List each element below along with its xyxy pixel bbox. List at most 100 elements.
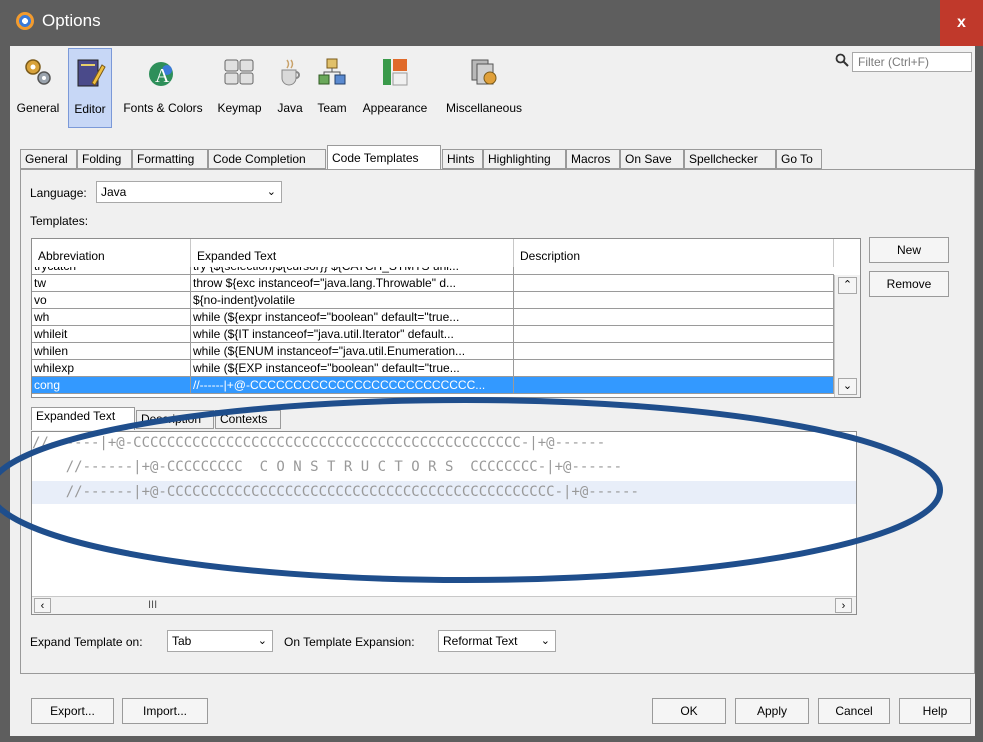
code-line-current: //------|+@-CCCCCCCCCCCCCCCCCCCCCCCCCCCC… — [32, 481, 856, 504]
category-keymap[interactable]: Keymap — [213, 48, 266, 128]
code-line: //------|+@-CCCCCCCCC C O N S T R U C T … — [32, 459, 623, 475]
language-label: Language: — [30, 186, 87, 200]
on-template-expansion-select[interactable]: Reformat Text ⌄ — [438, 630, 556, 652]
ok-button[interactable]: OK — [652, 698, 726, 724]
appearance-icon — [383, 59, 408, 86]
cell-description — [514, 309, 834, 326]
search-icon — [835, 53, 849, 67]
scroll-up-button[interactable]: ⌃ — [838, 277, 857, 294]
code-line: //------|+@-CCCCCCCCCCCCCCCCCCCCCCCCCCCC… — [32, 435, 606, 451]
cell-description — [514, 377, 834, 394]
tab-go-to[interactable]: Go To — [776, 149, 822, 169]
table-row[interactable]: trycatch try {${selection}${cursor}} ${C… — [32, 267, 834, 275]
tab-expanded-text[interactable]: Expanded Text — [31, 407, 135, 430]
category-team[interactable]: Team — [312, 48, 352, 128]
table-row[interactable]: whilexp while (${EXP instanceof="boolean… — [32, 360, 834, 377]
editor-horizontal-scrollbar[interactable]: ‹ III › — [32, 596, 856, 614]
cell-abbreviation: wh — [32, 309, 191, 326]
table-row[interactable]: tw throw ${exc instanceof="java.lang.Thr… — [32, 275, 834, 292]
table-vertical-scrollbar[interactable]: ⌃ ⌄ — [834, 275, 860, 397]
category-label: Miscellaneous — [445, 101, 523, 115]
tab-highlighting[interactable]: Highlighting — [483, 149, 566, 169]
tab-general[interactable]: General — [20, 149, 77, 169]
category-general[interactable]: General — [14, 48, 62, 128]
tab-macros[interactable]: Macros — [566, 149, 620, 169]
expanded-text-editor[interactable]: //------|+@-CCCCCCCCCCCCCCCCCCCCCCCCCCCC… — [31, 431, 857, 615]
options-window: Options x General Editor A Fonts & Color… — [0, 0, 983, 742]
templates-table[interactable]: Abbreviation Expanded Text Description t… — [31, 238, 861, 398]
tab-folding[interactable]: Folding — [77, 149, 132, 169]
tab-description[interactable]: Description — [136, 410, 214, 429]
table-row-selected[interactable]: cong //------|+@-CCCCCCCCCCCCCCCCCCCCCCC… — [32, 377, 834, 394]
scroll-down-button[interactable]: ⌄ — [838, 378, 857, 395]
window-left-border — [0, 46, 10, 742]
tab-contexts[interactable]: Contexts — [215, 410, 281, 429]
table-row[interactable]: whilen while (${ENUM instanceof="java.ut… — [32, 343, 834, 360]
cell-abbreviation: whileit — [32, 326, 191, 343]
editor-icon — [77, 59, 106, 87]
column-header-abbreviation[interactable]: Abbreviation — [32, 239, 191, 267]
table-row[interactable]: wh while (${expr instanceof="boolean" de… — [32, 309, 834, 326]
miscellaneous-icon — [471, 59, 497, 85]
cell-description — [514, 275, 834, 292]
export-button[interactable]: Export... — [31, 698, 114, 724]
column-header-expanded-text[interactable]: Expanded Text — [191, 239, 514, 267]
window-right-border — [975, 46, 983, 742]
fonts-colors-icon: A — [149, 62, 173, 87]
cell-abbreviation: whilen — [32, 343, 191, 360]
column-header-description[interactable]: Description — [514, 239, 834, 267]
cancel-button[interactable]: Cancel — [818, 698, 890, 724]
expand-template-value: Tab — [172, 634, 192, 648]
category-fonts-colors[interactable]: A Fonts & Colors — [115, 48, 211, 128]
tab-formatting[interactable]: Formatting — [132, 149, 208, 169]
keymap-icon — [224, 59, 254, 85]
tab-hints[interactable]: Hints — [442, 149, 483, 169]
netbeans-logo-icon — [16, 12, 34, 30]
tab-spellchecker[interactable]: Spellchecker — [684, 149, 776, 169]
category-toolbar: General Editor A Fonts & Colors Keymap J… — [10, 46, 975, 132]
tab-on-save[interactable]: On Save — [620, 149, 684, 169]
cell-expanded-text: try {${selection}${cursor}} ${CATCH_STMT… — [191, 267, 514, 274]
cell-description — [514, 326, 834, 343]
category-label: Editor — [74, 102, 106, 116]
category-editor[interactable]: Editor — [68, 48, 112, 128]
help-button[interactable]: Help — [899, 698, 971, 724]
scroll-left-button[interactable]: ‹ — [34, 598, 51, 613]
expand-template-select[interactable]: Tab ⌄ — [167, 630, 273, 652]
title-bar[interactable]: Options x — [0, 0, 983, 46]
category-label: Java — [277, 101, 303, 115]
new-button[interactable]: New — [869, 237, 949, 263]
scroll-thumb[interactable]: III — [148, 599, 157, 611]
import-button[interactable]: Import... — [122, 698, 208, 724]
table-row[interactable]: vo ${no-indent}volatile — [32, 292, 834, 309]
category-label: General — [16, 101, 60, 115]
category-label: Appearance — [362, 101, 428, 115]
table-header: Abbreviation Expanded Text Description — [32, 239, 834, 267]
on-template-expansion-value: Reformat Text — [443, 634, 518, 648]
templates-label: Templates: — [30, 214, 89, 228]
category-label: Fonts & Colors — [123, 101, 203, 115]
cell-abbreviation: trycatch — [32, 267, 191, 274]
scroll-right-button[interactable]: › — [835, 598, 852, 613]
remove-button[interactable]: Remove — [869, 271, 949, 297]
category-miscellaneous[interactable]: Miscellaneous — [439, 48, 529, 128]
category-appearance[interactable]: Appearance — [354, 48, 436, 128]
gears-icon — [25, 59, 51, 85]
language-select[interactable]: Java ⌄ — [96, 181, 282, 203]
tab-code-templates[interactable]: Code Templates — [327, 145, 441, 170]
tab-code-completion[interactable]: Code Completion — [208, 149, 326, 169]
cell-abbreviation: tw — [32, 275, 191, 292]
category-label: Keymap — [217, 101, 262, 115]
cell-expanded-text: while (${EXP instanceof="boolean" defaul… — [191, 360, 514, 377]
cell-description — [514, 360, 834, 377]
close-button[interactable]: x — [940, 0, 983, 46]
chevron-down-icon: ⌄ — [266, 186, 276, 198]
table-row[interactable]: whileit while (${IT instanceof="java.uti… — [32, 326, 834, 343]
cell-abbreviation: whilexp — [32, 360, 191, 377]
cell-expanded-text: throw ${exc instanceof="java.lang.Throwa… — [191, 275, 514, 292]
cell-abbreviation: vo — [32, 292, 191, 309]
filter-input[interactable]: Filter (Ctrl+F) — [852, 52, 972, 72]
window-bottom-border — [0, 736, 983, 742]
apply-button[interactable]: Apply — [735, 698, 809, 724]
category-java[interactable]: Java — [270, 48, 310, 128]
